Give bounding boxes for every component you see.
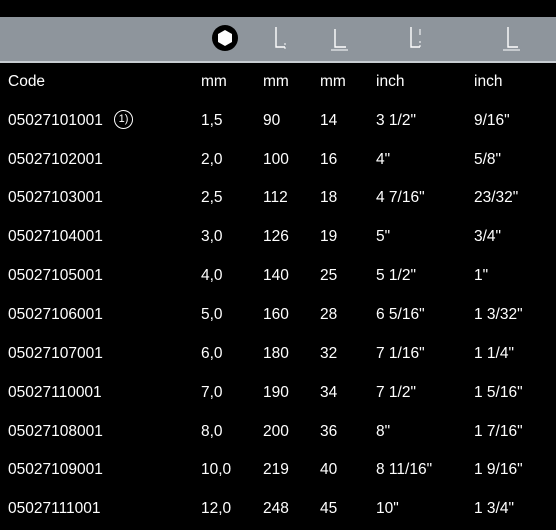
code-cell: 05027108001	[8, 423, 103, 440]
d1-cell: 12,0	[201, 500, 232, 517]
d2-cell: 126	[263, 228, 289, 245]
d3-cell: 34	[320, 384, 338, 401]
table-row: 05027106001 5,0 160 28 6 5/16" 1 3/32"	[0, 305, 556, 325]
unit-mm-header: mm	[320, 73, 346, 90]
unit-inch-header: inch	[376, 73, 405, 90]
d2-cell: 112	[263, 189, 288, 206]
dimension-d1-icon	[272, 23, 292, 53]
d4-cell: 8"	[376, 423, 391, 440]
d3-cell: 16	[320, 151, 338, 168]
code-cell: 05027109001	[8, 461, 103, 478]
d3-cell: 18	[320, 189, 338, 206]
d5-cell: 1 9/16"	[474, 461, 523, 478]
units-header-row: Code mm mm mm inch inch	[0, 72, 556, 92]
code-cell: 05027107001	[8, 345, 103, 362]
hex-socket-icon	[211, 23, 239, 53]
d2-cell: 160	[263, 306, 289, 323]
d1-cell: 2,5	[201, 189, 223, 206]
table-header-bar	[0, 17, 556, 63]
table-row: 05027111001 12,0 248 45 10" 1 3/4"	[0, 499, 556, 519]
code-cell: 05027110001	[8, 384, 102, 401]
unit-mm-header: mm	[263, 73, 289, 90]
d4-cell: 7 1/2"	[376, 384, 416, 401]
d2-cell: 100	[263, 151, 289, 168]
dimension-l2-icon	[500, 23, 522, 53]
d3-cell: 19	[320, 228, 338, 245]
d4-cell: 5 1/2"	[376, 267, 416, 284]
table-row: 05027103001 2,5 112 18 4 7/16" 23/32"	[0, 188, 556, 208]
d1-cell: 3,0	[201, 228, 223, 245]
d2-cell: 200	[263, 423, 289, 440]
d1-cell: 8,0	[201, 423, 223, 440]
d1-cell: 6,0	[201, 345, 223, 362]
d4-cell: 4 7/16"	[376, 189, 425, 206]
d5-cell: 1 7/16"	[474, 423, 523, 440]
d5-cell: 3/4"	[474, 228, 502, 245]
d1-cell: 4,0	[201, 267, 223, 284]
d4-cell: 4"	[376, 151, 391, 168]
d5-cell: 1 3/32"	[474, 306, 523, 323]
d1-cell: 5,0	[201, 306, 223, 323]
d1-cell: 7,0	[201, 384, 223, 401]
d2-cell: 140	[263, 267, 289, 284]
table-row: 05027105001 4,0 140 25 5 1/2" 1"	[0, 266, 556, 286]
d3-cell: 40	[320, 461, 338, 478]
table-row: 05027110001 7,0 190 34 7 1/2" 1 5/16"	[0, 383, 556, 403]
d4-cell: 6 5/16"	[376, 306, 425, 323]
code-cell: 05027104001	[8, 228, 103, 245]
d5-cell: 23/32"	[474, 189, 519, 206]
d5-cell: 1 1/4"	[474, 345, 514, 362]
d3-cell: 45	[320, 500, 338, 517]
code-cell: 05027106001	[8, 306, 103, 323]
code-column-header: Code	[8, 73, 46, 90]
code-cell: 05027101001	[8, 112, 103, 129]
code-cell: 05027105001	[8, 267, 103, 284]
code-cell: 05027102001	[8, 151, 103, 168]
table-row: 05027104001 3,0 126 19 5" 3/4"	[0, 227, 556, 247]
d2-cell: 190	[263, 384, 289, 401]
table-row: 05027109001 10,0 219 40 8 11/16" 1 9/16"	[0, 460, 556, 480]
d4-cell: 8 11/16"	[376, 461, 433, 478]
d3-cell: 32	[320, 345, 338, 362]
d5-cell: 5/8"	[474, 151, 502, 168]
d3-cell: 14	[320, 112, 338, 129]
dimension-l-icon	[328, 23, 350, 53]
d2-cell: 90	[263, 112, 281, 129]
d5-cell: 9/16"	[474, 112, 510, 129]
table-row: 05027102001 2,0 100 16 4" 5/8"	[0, 150, 556, 170]
d1-cell: 2,0	[201, 151, 223, 168]
d4-cell: 7 1/16"	[376, 345, 425, 362]
d3-cell: 28	[320, 306, 338, 323]
d2-cell: 219	[263, 461, 289, 478]
table-row: 05027108001 8,0 200 36 8" 1 7/16"	[0, 422, 556, 442]
d3-cell: 36	[320, 423, 338, 440]
footnote-marker: 1)	[114, 110, 133, 129]
d5-cell: 1"	[474, 267, 489, 284]
unit-mm-header: mm	[201, 73, 227, 90]
code-cell: 05027103001	[8, 189, 103, 206]
d4-cell: 10"	[376, 500, 399, 517]
table-row: 05027101001 1) 1,5 90 14 3 1/2" 9/16"	[0, 110, 556, 131]
d3-cell: 25	[320, 267, 338, 284]
dimension-d2-icon	[406, 23, 426, 53]
d4-cell: 5"	[376, 228, 391, 245]
unit-inch-header: inch	[474, 73, 503, 90]
code-cell: 05027111001	[8, 500, 101, 517]
d5-cell: 1 5/16"	[474, 384, 523, 401]
d2-cell: 180	[263, 345, 289, 362]
d1-cell: 1,5	[201, 112, 223, 129]
table-row: 05027107001 6,0 180 32 7 1/16" 1 1/4"	[0, 344, 556, 364]
d2-cell: 248	[263, 500, 289, 517]
d5-cell: 1 3/4"	[474, 500, 514, 517]
d1-cell: 10,0	[201, 461, 232, 478]
d4-cell: 3 1/2"	[376, 112, 416, 129]
